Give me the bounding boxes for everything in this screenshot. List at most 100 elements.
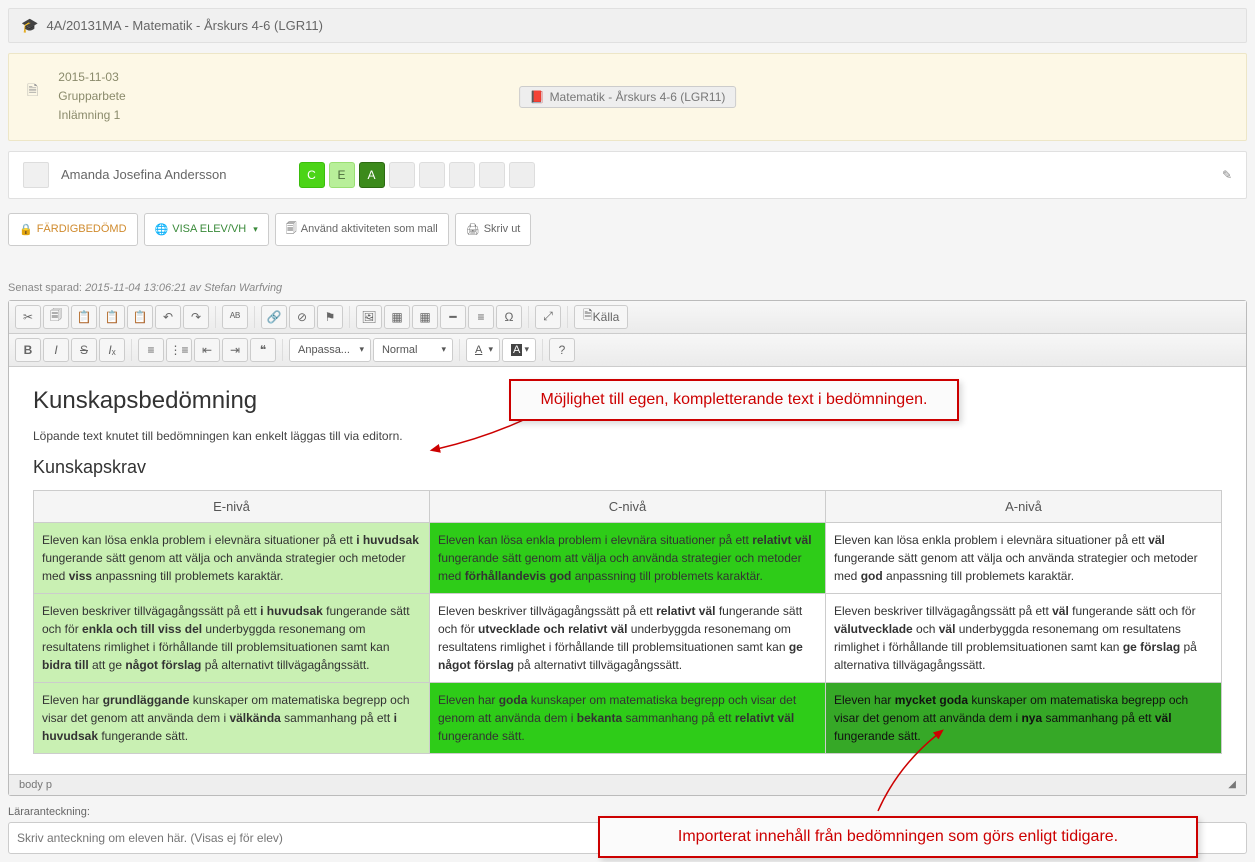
lock-icon: 🔒 [19,223,33,236]
bullet-list-icon[interactable]: ⋮≡ [166,338,192,362]
help-button[interactable]: ? [549,338,575,362]
paste-word-icon[interactable]: 📋 [127,305,153,329]
table-row: Eleven kan lösa enkla problem i elevnära… [34,522,1222,593]
table-row: Eleven beskriver tillvägagångssätt på et… [34,593,1222,682]
redo-icon[interactable]: ↷ [183,305,209,329]
assignment-date: 2015-11-03 [58,68,125,87]
grade-empty-3[interactable] [449,162,475,188]
omega-icon[interactable]: Ω [496,305,522,329]
styles-select[interactable]: Anpassa... [289,338,371,362]
col-c-header: C-nivå [430,490,826,522]
visa-elev-button[interactable]: 🌐 VISA ELEV/VH [144,213,269,246]
pencil-icon[interactable]: ✎ [1222,168,1232,182]
globe-icon: 🌐 [155,223,169,236]
unlink-icon[interactable]: ⊘ [289,305,315,329]
bg-color-select[interactable]: A [502,338,536,362]
krav-cell-e[interactable]: Eleven beskriver tillvägagångssätt på et… [34,593,430,682]
annotation-callout-1: Möjlighet till egen, kompletterande text… [509,379,959,421]
grade-empty-4[interactable] [479,162,505,188]
separator [542,339,543,361]
krav-cell-a[interactable]: Eleven har mycket goda kunskaper om mate… [826,682,1222,753]
numbered-list-icon[interactable]: ≡ [138,338,164,362]
grade-e[interactable]: E [329,162,355,188]
bg-color-label: A [511,344,522,356]
image-icon[interactable]: 🖼 [356,305,382,329]
editor-toolbar-row1: ✂ 🗐 📋 📋 📋 ↶ ↷ ᴬᴮ 🔗 ⊘ ⚑ 🖼 ▦ ▦ ━ ≡ Ω [9,301,1246,334]
krav-cell-a[interactable]: Eleven kan lösa enkla problem i elevnära… [826,522,1222,593]
last-saved: Senast sparad: 2015-11-04 13:06:21 av St… [8,282,1247,294]
krav-cell-c[interactable]: Eleven beskriver tillvägagångssätt på et… [430,593,826,682]
line-icon[interactable]: ≡ [468,305,494,329]
print-icon: 🖨 [466,223,480,236]
separator [567,306,568,328]
paste-text-icon[interactable]: 📋 [99,305,125,329]
annotation-callout-2: Importerat innehåll från bedömningen som… [598,816,1198,858]
strike-icon[interactable]: S [71,338,97,362]
table-icon[interactable]: ▦ [412,305,438,329]
separator [349,306,350,328]
spellcheck-icon[interactable]: ᴬᴮ [222,305,248,329]
fardigbedomd-button[interactable]: 🔒 FÄRDIGBEDÖMD [8,213,138,246]
format-select[interactable]: Normal [373,338,453,362]
media-icon[interactable]: ▦ [384,305,410,329]
fardigbedomd-label: FÄRDIGBEDÖMD [37,223,127,235]
flag-icon[interactable]: ⚑ [317,305,343,329]
remove-format-icon[interactable]: Iₓ [99,338,125,362]
krav-cell-e[interactable]: Eleven har grundläggande kunskaper om ma… [34,682,430,753]
krav-cell-c[interactable]: Eleven har goda kunskaper om matematiska… [430,682,826,753]
source-button[interactable]: 🗎 Källa [574,305,628,329]
element-path[interactable]: body p [19,779,52,791]
file-icon: 🗎 [27,80,38,104]
grade-c[interactable]: C [299,162,325,188]
grade-empty-5[interactable] [509,162,535,188]
text-color-label: A [475,344,482,356]
graduation-cap-icon: 🎓 [21,17,38,34]
copy-icon: 🗐 [286,220,297,239]
separator [131,339,132,361]
outdent-icon[interactable]: ⇤ [194,338,220,362]
paste-icon[interactable]: 📋 [71,305,97,329]
separator [282,339,283,361]
krav-cell-c[interactable]: Eleven kan lösa enkla problem i elevnära… [430,522,826,593]
student-row: Amanda Josefina Andersson C E A ✎ [8,151,1247,199]
link-icon[interactable]: 🔗 [261,305,287,329]
chevron-down-icon [250,223,258,235]
grade-empty-1[interactable] [389,162,415,188]
blockquote-icon[interactable]: ❝ [250,338,276,362]
indent-icon[interactable]: ⇥ [222,338,248,362]
kunskapskrav-table: E-nivå C-nivå A-nivå Eleven kan lösa enk… [33,490,1222,754]
bold-icon[interactable]: B [15,338,41,362]
book-icon: 📕 [530,90,545,104]
assignment-line2: Grupparbete [58,87,125,106]
content-subheading: Kunskapskrav [33,457,1222,478]
cut-icon[interactable]: ✂ [15,305,41,329]
course-badge[interactable]: 📕 Matematik - Årskurs 4-6 (LGR11) [519,86,737,108]
separator [254,306,255,328]
mall-button[interactable]: 🗐 Använd aktiviteten som mall [275,213,449,246]
skriv-ut-button[interactable]: 🖨 Skriv ut [455,213,532,246]
visa-elev-label: VISA ELEV/VH [172,223,246,235]
text-color-select[interactable]: A [466,338,500,362]
format-label: Normal [382,344,417,356]
copy-icon[interactable]: 🗐 [43,305,69,329]
course-badge-label: Matematik - Årskurs 4-6 (LGR11) [550,90,726,104]
maximize-icon[interactable]: ⤢ [535,305,561,329]
skriv-ut-label: Skriv ut [484,223,521,235]
resize-handle-icon[interactable]: ◢ [1228,779,1236,791]
mall-label: Använd aktiviteten som mall [301,223,438,235]
grade-cells: C E A [299,162,535,188]
grade-a[interactable]: A [359,162,385,188]
saved-prefix: Senast sparad: [8,282,85,294]
action-buttons: 🔒 FÄRDIGBEDÖMD 🌐 VISA ELEV/VH 🗐 Använd a… [8,213,1247,246]
editor-content[interactable]: Kunskapsbedömning Löpande text knutet ti… [9,367,1246,774]
separator [215,306,216,328]
separator [459,339,460,361]
separator [528,306,529,328]
grade-empty-2[interactable] [419,162,445,188]
undo-icon[interactable]: ↶ [155,305,181,329]
krav-cell-a[interactable]: Eleven beskriver tillvägagångssätt på et… [826,593,1222,682]
krav-cell-e[interactable]: Eleven kan lösa enkla problem i elevnära… [34,522,430,593]
italic-icon[interactable]: I [43,338,69,362]
hr-icon[interactable]: ━ [440,305,466,329]
col-e-header: E-nivå [34,490,430,522]
